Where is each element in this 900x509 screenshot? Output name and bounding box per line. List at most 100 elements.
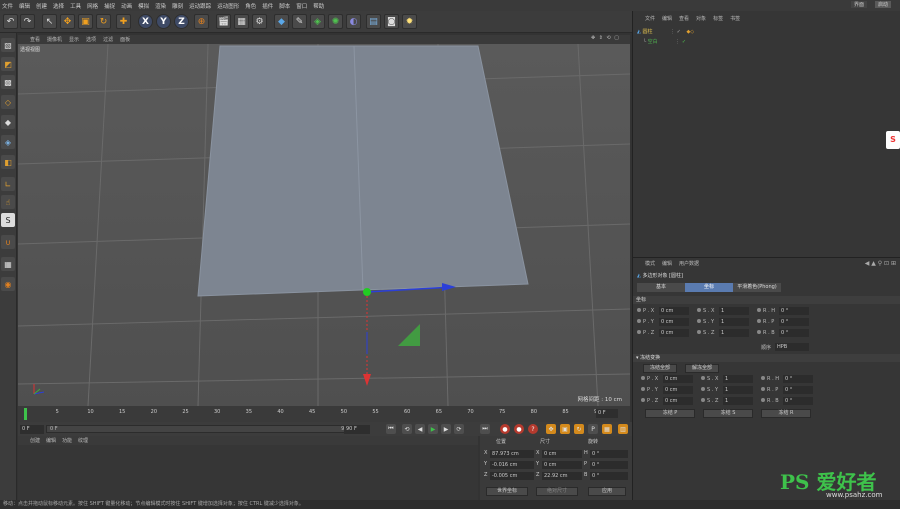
attribute-field-value[interactable]: 0 ° (783, 375, 813, 383)
scale-icon[interactable]: ▣ (78, 14, 93, 29)
go-end-icon[interactable]: ⏭ (480, 424, 490, 434)
cube-icon[interactable]: ◆ (274, 14, 289, 29)
select-icon[interactable]: ↖ (42, 14, 57, 29)
material-manager[interactable]: 创建 编辑 功能 纹理 (18, 436, 478, 500)
attribute-menu-item-2[interactable]: 用户数据 (679, 260, 699, 267)
visibility-icon[interactable]: ⋮ (675, 39, 680, 45)
phong-tag-icon[interactable]: ◆◇ (686, 29, 694, 35)
viewport-nav-icons[interactable]: ✥ ⇕ ⟲ ▢ (591, 35, 620, 41)
angle-icon[interactable]: ∟ (1, 177, 15, 191)
object-menu-item-2[interactable]: 查看 (679, 15, 689, 22)
menu-item-17[interactable]: 帮助 (313, 2, 324, 10)
visibility-icon[interactable]: ⋮ (670, 29, 675, 35)
object-menu-item-4[interactable]: 标签 (713, 15, 723, 22)
viewport-menu-item-1[interactable]: 摄像机 (47, 36, 62, 43)
timeline-menu-icon[interactable]: ▥ (618, 424, 628, 434)
attribute-field-value[interactable]: 0 cm (659, 307, 689, 315)
attribute-field-value[interactable]: 0 ° (783, 386, 813, 394)
play-icon[interactable]: ▶ (428, 424, 438, 434)
edge-mode-icon[interactable]: ◆ (1, 115, 15, 129)
material-menu-item-1[interactable]: 编辑 (46, 437, 56, 444)
attribute-field-value[interactable]: 0 cm (659, 318, 689, 326)
model-mode-icon[interactable]: ▧ (1, 38, 15, 52)
animate-dot-icon[interactable] (761, 398, 766, 404)
pen-icon[interactable]: ✎ (292, 14, 307, 29)
menu-item-16[interactable]: 窗口 (296, 2, 307, 10)
animate-dot-icon[interactable] (761, 387, 766, 393)
animate-dot-icon[interactable] (757, 308, 762, 314)
menu-item-15[interactable]: 脚本 (279, 2, 290, 10)
side-logo[interactable]: S (886, 131, 900, 149)
check-icon[interactable]: ✓ (682, 39, 686, 45)
attribute-field-value[interactable]: 0 cm (663, 397, 693, 405)
animate-dot-icon[interactable] (637, 330, 642, 336)
tab-coordinates[interactable]: 坐标 (685, 283, 733, 292)
animate-dot-icon[interactable] (637, 308, 642, 314)
y-axis-icon[interactable]: Y (156, 14, 171, 29)
attribute-field-value[interactable]: 1 (723, 386, 753, 394)
object-manager[interactable]: 文件 编辑 查看 对象 标签 书签 ◭ 圆柱 ⋮ ✓ ◆◇ └ 空白 ⋮ ✓ (632, 11, 900, 257)
coord-position-field[interactable]: 87.973 cm (490, 450, 534, 458)
menu-item-3[interactable]: 选择 (53, 2, 64, 10)
freeze-all-button[interactable]: 冻结全部 (643, 364, 677, 373)
coord-size-field[interactable]: 22.92 cm (542, 472, 582, 480)
key-param-icon[interactable]: P (588, 424, 598, 434)
menu-item-5[interactable]: 网格 (87, 2, 98, 10)
coord-position-field[interactable]: -0.016 cm (490, 461, 534, 469)
object-menu-item-5[interactable]: 书签 (730, 15, 740, 22)
timeline[interactable]: 051015202530354045505560657075808590 0 F (18, 406, 630, 422)
animate-dot-icon[interactable] (701, 376, 706, 382)
attribute-field-value[interactable]: 0 cm (663, 386, 693, 394)
freeze-r-button[interactable]: 冻结 R (761, 409, 811, 418)
coord-size-field[interactable]: 0 cm (542, 461, 582, 469)
animate-dot-icon[interactable] (697, 319, 702, 325)
end-frame-field[interactable]: 90 F (344, 425, 370, 434)
menu-item-13[interactable]: 角色 (245, 2, 256, 10)
attribute-field-value[interactable]: 0 ° (779, 318, 809, 326)
tab-basic[interactable]: 基本 (637, 283, 685, 292)
prev-frame-icon[interactable]: ◀ (415, 424, 425, 434)
viewport-menu-item-4[interactable]: 过滤 (103, 36, 113, 43)
material-menu-item-0[interactable]: 创建 (30, 437, 40, 444)
attribute-field-value[interactable]: 1 (723, 397, 753, 405)
z-axis-icon[interactable]: Z (174, 14, 189, 29)
playhead[interactable] (24, 408, 27, 420)
rotate-icon[interactable]: ↻ (96, 14, 111, 29)
attribute-nav-icons[interactable]: ◀ ▲ ⚲ ⊡ ⊞ (865, 260, 896, 267)
check-icon[interactable]: ✓ (677, 29, 681, 35)
attribute-field-value[interactable]: 0 cm (659, 329, 689, 337)
layout-item-0[interactable]: 界面 (850, 1, 867, 8)
object-menu-item-3[interactable]: 对象 (696, 15, 706, 22)
workplane-icon[interactable]: ▦ (1, 257, 15, 271)
object-item-null[interactable]: └ 空白 ⋮ ✓ (643, 38, 686, 45)
key-scale-icon[interactable]: ▣ (560, 424, 570, 434)
attribute-menu-item-1[interactable]: 编辑 (662, 260, 672, 267)
next-frame-icon[interactable]: ▶ (441, 424, 451, 434)
point-mode-icon[interactable]: ◇ (1, 95, 15, 109)
menu-item-8[interactable]: 模拟 (138, 2, 149, 10)
attribute-field-value[interactable]: 1 (723, 375, 753, 383)
go-start-icon[interactable]: ⏮ (386, 424, 396, 434)
floor-icon[interactable]: ▤ (366, 14, 381, 29)
attribute-field-value[interactable]: 1 (719, 307, 749, 315)
subdivide-icon[interactable]: ◈ (310, 14, 325, 29)
next-key-icon[interactable]: ⟳ (454, 424, 464, 434)
lock-icon[interactable]: ◉ (1, 277, 15, 291)
snap-icon[interactable]: S (1, 213, 15, 227)
attribute-field-value[interactable]: 0 ° (783, 397, 813, 405)
render-icon[interactable]: ▦ (234, 14, 249, 29)
apply-button[interactable]: 应用 (588, 487, 626, 496)
viewport-3d[interactable]: 透视视图 网格间距 : 10 cm (18, 44, 630, 406)
magnet-icon[interactable]: ∪ (1, 235, 15, 249)
menu-item-6[interactable]: 捕捉 (104, 2, 115, 10)
record-icon[interactable]: ● (500, 424, 510, 434)
unfreeze-all-button[interactable]: 解冻全部 (685, 364, 719, 373)
start-frame-field[interactable]: 0 F (20, 425, 44, 434)
texture-mode-icon[interactable]: ▩ (1, 75, 15, 89)
key-move-icon[interactable]: ✥ (546, 424, 556, 434)
object-menu-item-1[interactable]: 编辑 (662, 15, 672, 22)
viewport-menu-item-5[interactable]: 面板 (120, 36, 130, 43)
animate-dot-icon[interactable] (757, 330, 762, 336)
menu-item-0[interactable]: 文件 (2, 2, 13, 10)
polygon-mode-icon[interactable]: ◈ (1, 135, 15, 149)
